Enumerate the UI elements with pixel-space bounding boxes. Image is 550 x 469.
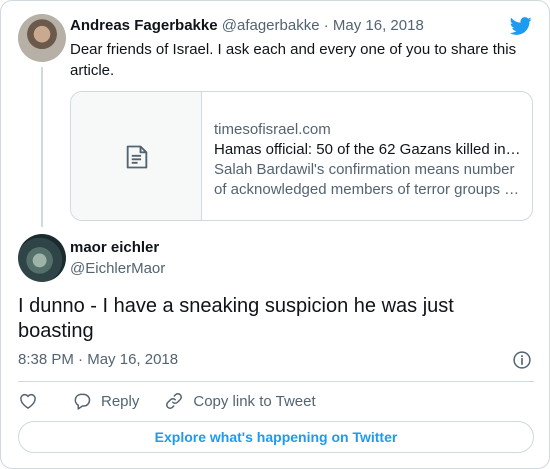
document-icon (126, 145, 148, 169)
link-description-line2: of acknowledged members of terror groups… (214, 181, 520, 198)
link-icon (166, 393, 183, 409)
tweet-time: 8:38 PM (18, 351, 74, 368)
heart-icon (20, 393, 36, 409)
main-author-avatar[interactable] (18, 234, 66, 282)
reply-icon (74, 393, 91, 410)
parent-tweet-text: Dear friends of Israel. I ask each and e… (70, 41, 517, 79)
link-domain: timesofisrael.com (214, 121, 331, 138)
tweet-timestamp[interactable]: 8:38 PM · May 16, 2018 (18, 350, 178, 370)
like-button[interactable] (18, 391, 38, 411)
main-author-name[interactable]: maor eichler (70, 238, 159, 258)
parent-author-name[interactable]: Andreas Fagerbakke (70, 17, 218, 34)
link-text-block: timesofisrael.com Hamas official: 50 of … (214, 120, 522, 200)
link-description-line1: Salah Bardawil's confirmation means numb… (214, 161, 515, 178)
main-tweet-text: I dunno - I have a sneaking suspicion he… (18, 295, 454, 342)
reply-label: Reply (101, 392, 140, 410)
parent-tweet-date[interactable]: May 16, 2018 (333, 17, 424, 34)
link-title: Hamas official: 50 of the 62 Gazans kill… (214, 141, 521, 158)
explore-twitter-button[interactable]: Explore what's happening on Twitter (18, 421, 534, 453)
copy-link-button[interactable]: Copy link to Tweet (164, 391, 316, 411)
header-separator: · (323, 17, 329, 34)
parent-tweet-header: Andreas Fagerbakke @afagerbakke · May 16… (70, 16, 424, 36)
embedded-tweet-card: Andreas Fagerbakke @afagerbakke · May 16… (0, 0, 550, 469)
parent-author-handle[interactable]: @afagerbakke (222, 17, 320, 34)
main-author-handle[interactable]: @EichlerMaor (70, 259, 165, 279)
thread-connector (41, 67, 43, 227)
timestamp-separator: · (78, 351, 84, 368)
reply-button[interactable]: Reply (72, 391, 139, 411)
copy-link-label: Copy link to Tweet (193, 392, 316, 410)
tweet-actions: Reply Copy link to Tweet (18, 390, 316, 412)
twitter-bird-icon[interactable] (509, 15, 533, 37)
link-preview-card[interactable]: timesofisrael.com Hamas official: 50 of … (70, 91, 533, 221)
divider (18, 381, 534, 382)
parent-author-avatar[interactable] (18, 14, 66, 62)
link-thumbnail (71, 92, 202, 220)
tweet-date: May 16, 2018 (87, 351, 179, 368)
info-icon[interactable] (512, 350, 532, 370)
